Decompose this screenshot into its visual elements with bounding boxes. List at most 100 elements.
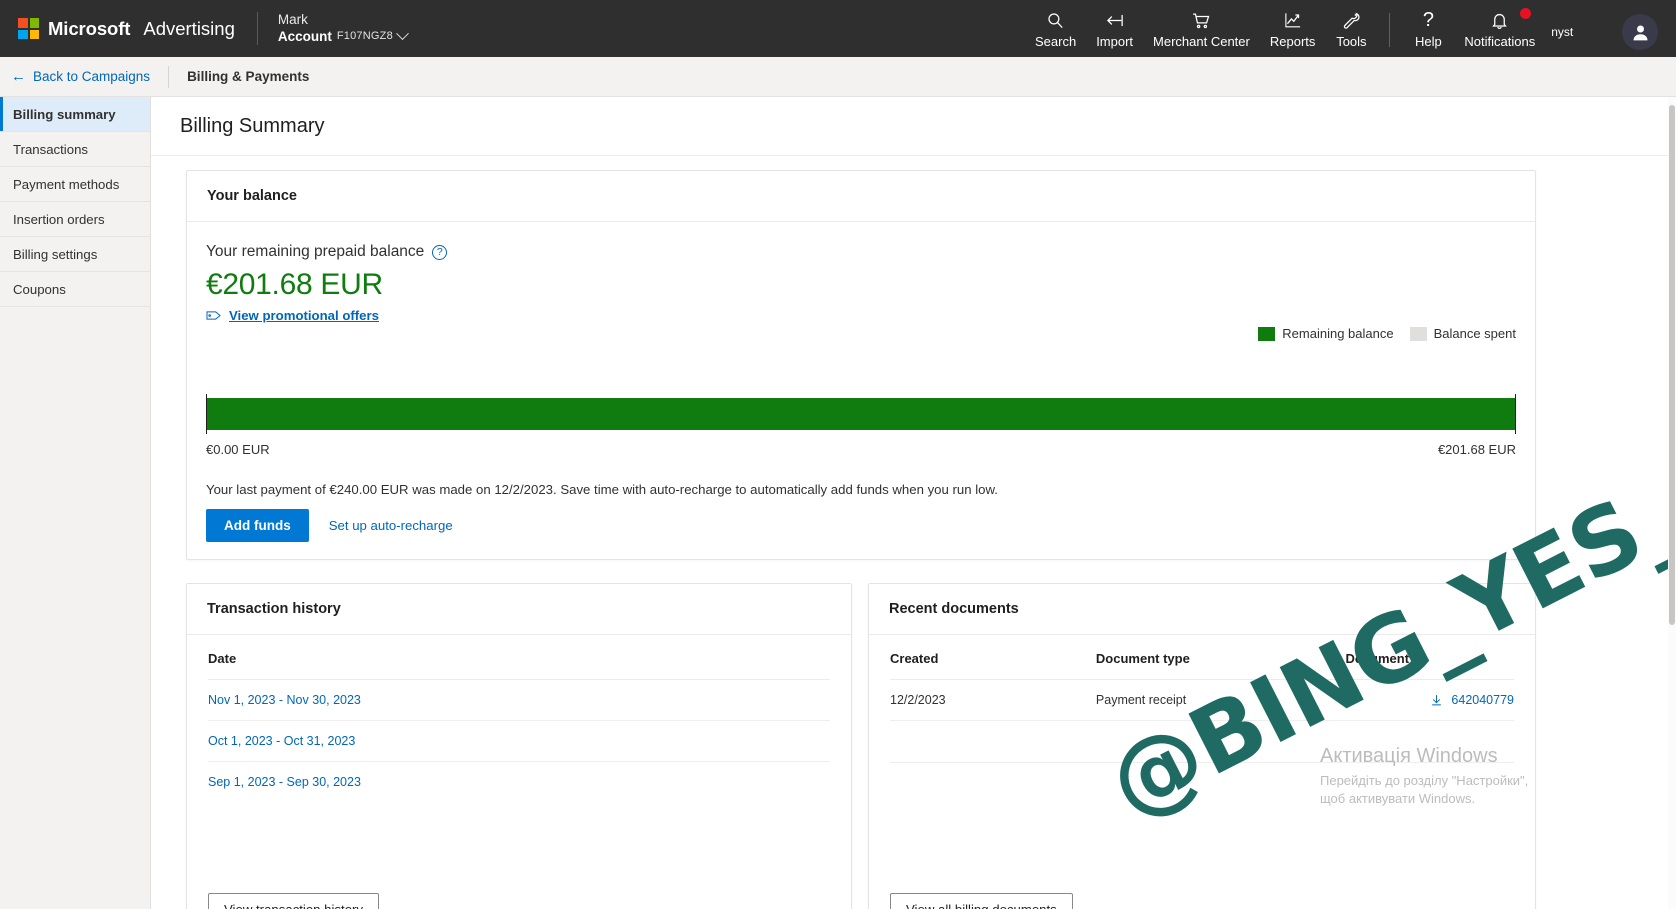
header-trailing-mark <box>1601 27 1604 38</box>
table-row-empty <box>890 721 1514 763</box>
section-bar: ← Back to Campaigns Billing & Payments <box>0 57 1676 97</box>
tag-offer-icon <box>206 309 222 322</box>
transaction-period-link[interactable]: Sep 1, 2023 - Sep 30, 2023 <box>208 775 361 789</box>
brand-sub: Advertising <box>143 18 235 40</box>
page-scrollbar[interactable] <box>1668 97 1676 909</box>
question-circle-icon[interactable]: ? <box>432 245 447 260</box>
nav-item-merchant-center[interactable]: Merchant Center <box>1143 7 1260 49</box>
view-promotional-offers-label: View promotional offers <box>229 308 379 323</box>
section-title: Billing & Payments <box>187 69 309 84</box>
balance-progress-track <box>206 398 1516 430</box>
sidebar-item-coupons[interactable]: Coupons <box>0 272 150 307</box>
column-header-document: Document <box>1346 635 1515 680</box>
nav-item-reports[interactable]: Reports <box>1260 7 1326 49</box>
nav-label-search: Search <box>1035 34 1076 49</box>
balance-actions: Add funds Set up auto-recharge <box>206 509 453 542</box>
chart-line-icon <box>1283 9 1303 31</box>
prepaid-balance-label: Your remaining prepaid balance ? <box>206 243 1516 261</box>
sidebar-label-billing-settings: Billing settings <box>13 247 97 262</box>
nav-label-tools: Tools <box>1336 34 1366 49</box>
user-avatar-icon <box>1630 22 1651 43</box>
balance-card: Your balance Your remaining prepaid bala… <box>186 170 1536 560</box>
document-cell: 642040779 <box>1346 680 1515 721</box>
sidebar-item-billing-settings[interactable]: Billing settings <box>0 237 150 272</box>
table-row-empty <box>890 763 1514 805</box>
view-promotional-offers-link[interactable]: View promotional offers <box>206 308 1516 323</box>
brand-logo[interactable]: Microsoft Advertising <box>0 0 235 57</box>
account-label: Account <box>278 29 332 46</box>
back-to-campaigns-link[interactable]: ← Back to Campaigns <box>0 69 150 84</box>
sidebar-item-transactions[interactable]: Transactions <box>0 132 150 167</box>
arrow-left-icon: ← <box>11 69 26 84</box>
brand-name: Microsoft <box>48 18 130 40</box>
table-row[interactable]: Sep 1, 2023 - Sep 30, 2023 <box>208 762 830 803</box>
avatar[interactable] <box>1622 14 1658 50</box>
sidebar-label-insertion-orders: Insertion orders <box>13 212 105 227</box>
setup-auto-recharge-link[interactable]: Set up auto-recharge <box>329 518 453 533</box>
account-id: F107NGZ8 <box>337 30 393 44</box>
column-header-document-type: Document type <box>1096 635 1346 680</box>
table-row[interactable]: Oct 1, 2023 - Oct 31, 2023 <box>208 721 830 762</box>
sidebar-item-insertion-orders[interactable]: Insertion orders <box>0 202 150 237</box>
nav-item-notifications[interactable]: Notifications <box>1454 7 1545 49</box>
table-row[interactable]: Nov 1, 2023 - Nov 30, 2023 <box>208 680 830 721</box>
legend-swatch-spent <box>1410 327 1427 341</box>
document-created: 12/2/2023 <box>890 680 1096 721</box>
transaction-history-table: Date Nov 1, 2023 - Nov 30, 2023 Oct 1, 2… <box>208 635 830 802</box>
nav-item-import[interactable]: Import <box>1086 7 1143 49</box>
column-header-date: Date <box>208 635 830 680</box>
axis-tick-left <box>206 394 207 434</box>
nav-label-help: Help <box>1415 34 1442 49</box>
scrollbar-thumb[interactable] <box>1669 105 1675 625</box>
document-number-link[interactable]: 642040779 <box>1451 693 1514 707</box>
wrench-icon <box>1341 9 1361 31</box>
axis-label-max: €201.68 EUR <box>1438 442 1516 457</box>
download-icon <box>1430 693 1443 707</box>
account-user: Mark <box>278 12 407 29</box>
recent-documents-header: Recent documents <box>869 584 1535 635</box>
sidebar-item-payment-methods[interactable]: Payment methods <box>0 167 150 202</box>
subbar-divider <box>168 66 169 88</box>
nav-label-merchant-center: Merchant Center <box>1153 34 1250 49</box>
column-header-created: Created <box>890 635 1096 680</box>
microsoft-logo-icon <box>18 18 39 39</box>
last-payment-note: Your last payment of €240.00 EUR was mad… <box>206 482 998 497</box>
view-all-billing-documents-button[interactable]: View all billing documents <box>890 893 1073 909</box>
account-selector[interactable]: Mark Account F107NGZ8 <box>258 0 407 57</box>
sidebar-item-billing-summary[interactable]: Billing summary <box>0 97 150 132</box>
main-content: Billing Summary Your balance Your remain… <box>151 97 1668 909</box>
transaction-history-footer: View transaction history <box>208 893 379 909</box>
global-header: Microsoft Advertising Mark Account F107N… <box>0 0 1676 57</box>
table-header-row: Created Document type Document <box>890 635 1514 680</box>
recent-documents-table: Created Document type Document 12/2/2023… <box>890 635 1514 805</box>
axis-tick-right <box>1515 394 1516 434</box>
nav-item-help[interactable]: ? Help <box>1402 7 1454 49</box>
balance-legend: Remaining balance Balance spent <box>1258 326 1516 341</box>
nav-item-search[interactable]: Search <box>1025 7 1086 49</box>
question-mark-icon: ? <box>1423 9 1434 31</box>
legend-label-spent: Balance spent <box>1434 326 1516 341</box>
import-arrow-icon <box>1104 9 1126 31</box>
recent-documents-footer: View all billing documents <box>890 893 1073 909</box>
table-header-row: Date <box>208 635 830 680</box>
transaction-history-card: Transaction history Date Nov 1, 2023 - N… <box>186 583 852 909</box>
search-icon <box>1046 9 1065 31</box>
balance-card-body: Your remaining prepaid balance ? €201.68… <box>187 222 1535 610</box>
transaction-period-link[interactable]: Nov 1, 2023 - Nov 30, 2023 <box>208 693 361 707</box>
balance-card-header: Your balance <box>187 171 1535 222</box>
sidebar-nav: Billing summary Transactions Payment met… <box>0 97 151 909</box>
user-handle[interactable]: nyst <box>1551 25 1573 39</box>
nav-item-tools[interactable]: Tools <box>1325 7 1377 49</box>
sidebar-label-payment-methods: Payment methods <box>13 177 119 192</box>
legend-swatch-remaining <box>1258 327 1275 341</box>
add-funds-button[interactable]: Add funds <box>206 509 309 542</box>
view-transaction-history-button[interactable]: View transaction history <box>208 893 379 909</box>
transaction-period-link[interactable]: Oct 1, 2023 - Oct 31, 2023 <box>208 734 355 748</box>
global-nav: Search Import Merchant Center <box>1025 0 1676 57</box>
recent-documents-card: Recent documents Created Document type D… <box>868 583 1536 909</box>
billing-summary-page: Microsoft Advertising Mark Account F107N… <box>0 0 1676 909</box>
nav-separator <box>1389 13 1390 47</box>
balance-axis-labels: €0.00 EUR €201.68 EUR <box>206 442 1516 457</box>
title-divider <box>151 155 1668 156</box>
bell-icon <box>1490 9 1509 31</box>
